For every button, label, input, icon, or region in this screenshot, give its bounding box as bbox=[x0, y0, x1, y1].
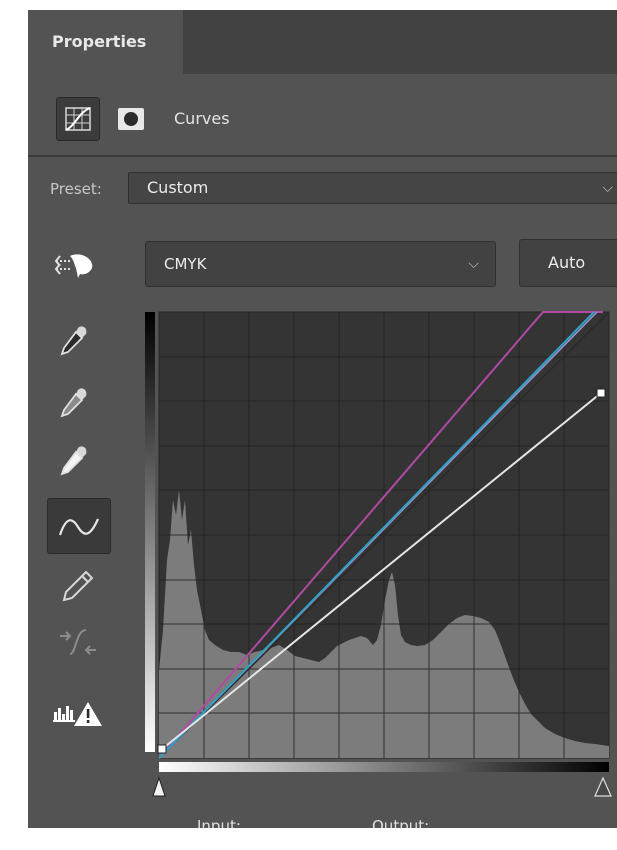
black-point-eyedropper-icon[interactable] bbox=[54, 322, 94, 362]
white-point-slider[interactable] bbox=[594, 776, 612, 797]
preset-dropdown[interactable]: Custom ⌵ bbox=[128, 172, 617, 204]
white-point-eyedropper-icon[interactable] bbox=[54, 442, 94, 482]
adjustment-title: Curves bbox=[174, 109, 230, 128]
input-gradient-bar bbox=[159, 762, 609, 772]
channel-dropdown[interactable]: CMYK ⌵ bbox=[145, 241, 496, 287]
smooth-curve-icon[interactable] bbox=[54, 624, 102, 662]
output-gradient-bar bbox=[145, 312, 155, 752]
preset-value: Custom bbox=[147, 178, 209, 197]
curves-graph[interactable] bbox=[145, 300, 617, 800]
gray-point-eyedropper-icon[interactable] bbox=[54, 384, 94, 424]
black-point-slider[interactable] bbox=[152, 776, 166, 797]
properties-panel: Properties Curves Preset: Custom ⌵ CMYK … bbox=[28, 10, 617, 828]
layer-mask-icon[interactable] bbox=[117, 106, 145, 132]
curves-adjustment-icon[interactable] bbox=[56, 97, 100, 141]
auto-button[interactable]: Auto bbox=[519, 239, 617, 287]
panel-tab-bar: Properties bbox=[28, 10, 617, 74]
chevron-down-icon: ⌵ bbox=[468, 256, 479, 272]
curve-edit-icon[interactable] bbox=[47, 498, 111, 554]
pencil-icon[interactable] bbox=[58, 568, 98, 604]
chevron-down-icon: ⌵ bbox=[602, 180, 613, 196]
on-image-adjust-icon[interactable] bbox=[50, 250, 100, 280]
separator bbox=[28, 155, 617, 157]
curve-point-white[interactable] bbox=[596, 388, 606, 398]
input-label: Input: bbox=[197, 817, 241, 828]
output-label: Output: bbox=[372, 817, 430, 828]
curve-point-black[interactable] bbox=[157, 744, 167, 754]
preset-label: Preset: bbox=[50, 180, 102, 198]
tab-properties[interactable]: Properties bbox=[28, 10, 183, 74]
channel-value: CMYK bbox=[164, 255, 207, 273]
clipping-warning-icon[interactable] bbox=[50, 696, 106, 730]
